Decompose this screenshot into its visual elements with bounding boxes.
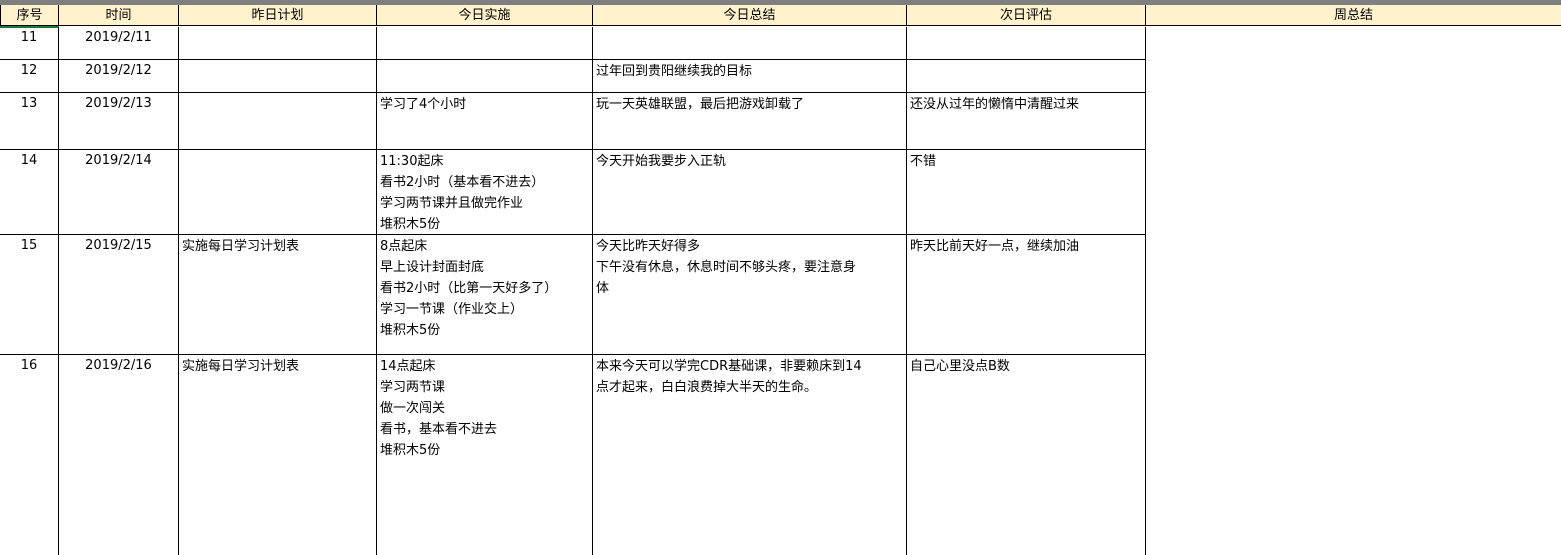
cell-next-day-eval[interactable]: 不错 [907,150,1146,235]
cell-today-implementation[interactable] [377,60,593,93]
cell-yesterday-plan[interactable]: 实施每日学习计划表 [179,235,377,355]
cell-next-day-eval[interactable]: 昨天比前天好一点，继续加油 [907,235,1146,355]
header-row: 序号 时间 昨日计划 今日实施 今日总结 次日评估 周总结 [0,5,1561,27]
cell-yesterday-plan[interactable] [179,27,377,60]
cell-today-implementation[interactable]: 8点起床 早上设计封面封底 看书2小时（比第一天好多了） 学习一节课（作业交上）… [377,235,593,355]
cell-next-day-eval[interactable] [907,27,1146,60]
cell-date[interactable]: 2019/2/15 [59,235,179,355]
header-today-implementation[interactable]: 今日实施 [377,5,593,26]
cell-today-summary[interactable]: 今天开始我要步入正轨 [593,150,907,235]
header-next-day-eval[interactable]: 次日评估 [907,5,1146,26]
cell-yesterday-plan[interactable] [179,60,377,93]
header-today-summary[interactable]: 今日总结 [593,5,907,26]
header-time[interactable]: 时间 [59,5,179,26]
cell-next-day-eval[interactable]: 还没从过年的懒惰中清醒过来 [907,93,1146,150]
cell-date[interactable]: 2019/2/13 [59,93,179,150]
cell-index[interactable]: 13 [0,93,59,150]
cell-next-day-eval[interactable]: 自己心里没点B数 [907,355,1146,555]
cell-yesterday-plan[interactable] [179,150,377,235]
cell-today-implementation[interactable]: 学习了4个小时 [377,93,593,150]
cell-date[interactable]: 2019/2/16 [59,355,179,555]
cell-yesterday-plan[interactable]: 实施每日学习计划表 [179,355,377,555]
cell-index[interactable]: 12 [0,60,59,93]
cell-date[interactable]: 2019/2/14 [59,150,179,235]
cell-today-implementation[interactable] [377,27,593,60]
cell-date[interactable]: 2019/2/11 [59,27,179,60]
cell-week-summary-merged[interactable] [1146,27,1561,553]
header-week-summary[interactable]: 周总结 [1146,5,1561,26]
cell-next-day-eval[interactable] [907,60,1146,93]
cell-today-summary[interactable] [593,27,907,60]
cell-index[interactable]: 15 [0,235,59,355]
cell-today-summary[interactable]: 今天比昨天好得多 下午没有休息，休息时间不够头疼，要注意身 体 [593,235,907,355]
cell-date[interactable]: 2019/2/12 [59,60,179,93]
header-index[interactable]: 序号 [0,5,59,26]
cell-today-implementation[interactable]: 11:30起床 看书2小时（基本看不进去） 学习两节课并且做完作业 堆积木5份 [377,150,593,235]
spreadsheet-grid: 序号 时间 昨日计划 今日实施 今日总结 次日评估 周总结 11 2019/2/… [0,5,1561,555]
cell-today-summary[interactable]: 玩一天英雄联盟，最后把游戏卸载了 [593,93,907,150]
cell-index[interactable]: 11 [0,27,59,60]
cell-today-summary[interactable]: 本来今天可以学完CDR基础课，非要赖床到14 点才起来，白白浪费掉大半天的生命。 [593,355,907,555]
cell-today-summary[interactable]: 过年回到贵阳继续我的目标 [593,60,907,93]
cell-today-implementation[interactable]: 14点起床 学习两节课 做一次闯关 看书，基本看不进去 堆积木5份 [377,355,593,555]
cell-index[interactable]: 16 [0,355,59,555]
cell-yesterday-plan[interactable] [179,93,377,150]
header-yesterday-plan[interactable]: 昨日计划 [179,5,377,26]
cell-index[interactable]: 14 [0,150,59,235]
